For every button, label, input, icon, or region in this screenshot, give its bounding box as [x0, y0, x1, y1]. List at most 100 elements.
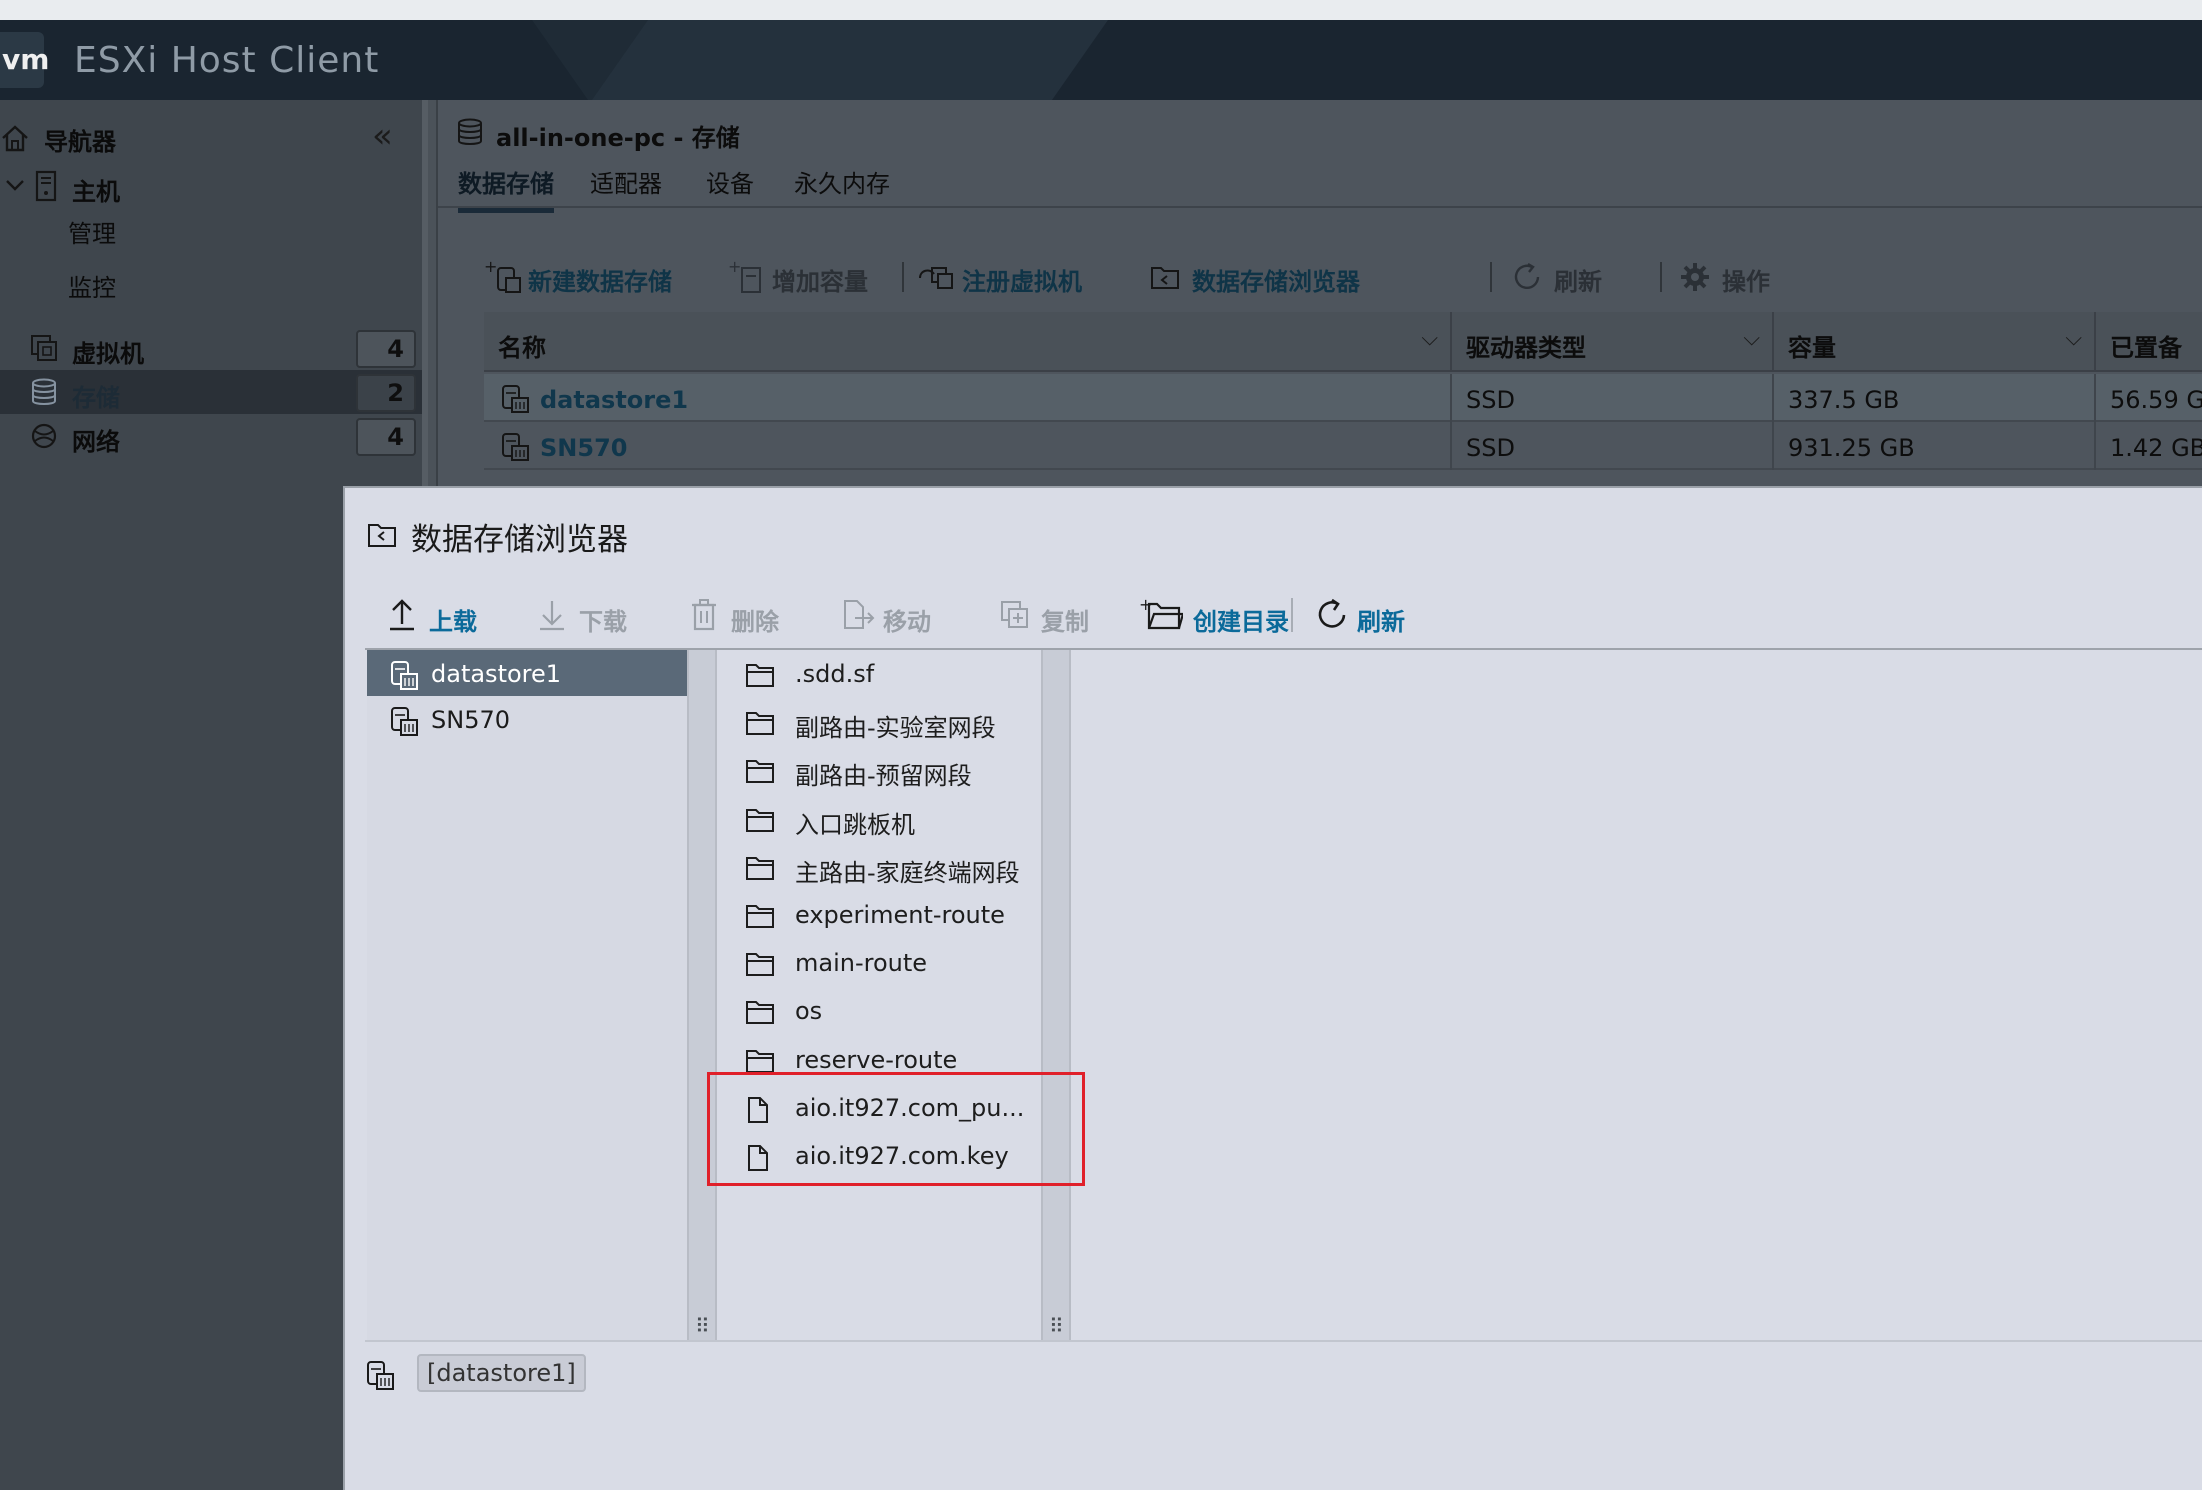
- folder-item[interactable]: 入口跳板机: [717, 795, 1037, 843]
- datastore-icon: [500, 432, 532, 466]
- folder-icon: [745, 999, 775, 1029]
- item-name: 入口跳板机: [795, 810, 915, 839]
- register-vm-icon: [918, 260, 958, 300]
- current-path-chip: [datastore1]: [417, 1354, 586, 1392]
- col-name[interactable]: 名称 ⌵: [484, 312, 1452, 372]
- register-vm-label: 注册虚拟机: [962, 268, 1082, 296]
- list-item[interactable]: datastore1: [367, 650, 687, 696]
- drag-grip-icon[interactable]: ⠿: [695, 1314, 710, 1338]
- folder-icon: [745, 855, 775, 885]
- new-datastore-label: 新建数据存储: [528, 268, 672, 296]
- datastore-icon: [389, 660, 421, 696]
- sidebar-item-storage-label: 存储: [72, 384, 120, 412]
- refresh-icon: [1315, 598, 1349, 636]
- folder-browse-icon: [1148, 260, 1184, 300]
- folder-item[interactable]: 副路由-预留网段: [717, 746, 1037, 794]
- delete-label: 删除: [731, 608, 779, 636]
- chevron-down-icon[interactable]: [4, 174, 26, 200]
- chevron-down-icon[interactable]: ⌵: [1421, 326, 1438, 351]
- actions-label: 操作: [1722, 268, 1770, 296]
- svg-text:+: +: [1139, 598, 1152, 614]
- app-header: vm ESXi Host Client: [0, 20, 2202, 100]
- table-row[interactable]: datastore1 SSD 337.5 GB 56.59 GB: [484, 374, 2202, 422]
- app-title: ESXi Host Client: [74, 40, 380, 81]
- new-folder-icon: +: [1139, 595, 1185, 636]
- vm-icon: [30, 334, 58, 366]
- folder-item[interactable]: experiment-route: [717, 891, 1037, 939]
- network-count-badge: 4: [356, 418, 416, 456]
- tab-adapters[interactable]: 适配器: [590, 164, 662, 199]
- item-name: experiment-route: [795, 901, 1005, 929]
- browser-refresh-label: 刷新: [1357, 608, 1405, 636]
- file-list: .sdd.sf 副路由-实验室网段 副路由-预留网段入口跳板机主路由-家庭终端网段 e…: [717, 650, 1041, 1340]
- datastore-link[interactable]: SN570: [540, 434, 627, 462]
- table-row[interactable]: SN570 SSD 931.25 GB 1.42 GB: [484, 422, 2202, 470]
- folder-icon: [745, 710, 775, 740]
- vmware-logo: vm: [0, 32, 49, 88]
- datastore-icon: [365, 1360, 397, 1396]
- annotation-highlight-box: [707, 1072, 1085, 1186]
- sidebar-item-network[interactable]: 网络 4: [0, 414, 422, 458]
- datastore-browser-label: 数据存储浏览器: [1192, 268, 1360, 296]
- increase-capacity-label: 增加容量: [772, 268, 868, 296]
- navigator-label: 导航器: [44, 128, 116, 156]
- datastore-link[interactable]: datastore1: [540, 386, 688, 414]
- folder-icon: [745, 903, 775, 933]
- chevron-down-icon[interactable]: ⌵: [2065, 326, 2082, 351]
- upload-label: 上载: [429, 608, 477, 636]
- download-icon: [537, 598, 567, 636]
- datastore-icon: [500, 384, 532, 418]
- collapse-sidebar-icon[interactable]: «: [372, 116, 393, 156]
- table-header: 名称 ⌵ 驱动器类型 ⌵ 容量 ⌵ 已置备: [484, 312, 2202, 372]
- navigator-header: 导航器 «: [0, 112, 420, 160]
- folder-item[interactable]: 主路由-家庭终端网段: [717, 843, 1037, 891]
- svg-text:+: +: [484, 260, 497, 276]
- move-label: 移动: [883, 608, 931, 636]
- host-server-icon: [34, 170, 58, 206]
- refresh-label: 刷新: [1554, 268, 1602, 296]
- col-capacity[interactable]: 容量 ⌵: [1774, 312, 2096, 372]
- item-name: main-route: [795, 949, 928, 978]
- upload-icon: [387, 598, 417, 636]
- create-directory-label: 创建目录: [1193, 608, 1289, 636]
- storage-icon: [30, 378, 58, 410]
- storage-icon: [456, 118, 484, 150]
- home-icon: [0, 124, 30, 156]
- page-title-text: all-in-one-pc - 存储: [496, 124, 740, 152]
- item-name: .sdd.sf: [795, 660, 875, 688]
- svg-text:+: +: [728, 260, 741, 276]
- tab-persistent-memory[interactable]: 永久内存: [794, 164, 890, 199]
- browser-toolbar: 上载 下载 删除 移动 复制 + 创建目录 刷新: [387, 590, 2187, 644]
- sidebar-item-host-label: 主机: [72, 178, 120, 206]
- new-datastore-icon: +: [484, 257, 524, 300]
- datastore-list: datastore1 SN570: [367, 650, 687, 1340]
- datastore-browser-dialog: 数据存储浏览器 上载 下载 删除 移动 复制 + 创建目录 刷新 datasto…: [343, 486, 2202, 1490]
- tab-devices[interactable]: 设备: [706, 164, 754, 199]
- sidebar-item-vms[interactable]: 虚拟机 4: [0, 326, 422, 370]
- folder-icon: [745, 807, 775, 837]
- folder-item[interactable]: main-route: [717, 939, 1037, 987]
- sidebar-item-host[interactable]: 主机: [0, 164, 422, 208]
- folder-icon: [745, 758, 775, 788]
- sidebar-sub-manage[interactable]: 管理: [68, 214, 116, 249]
- folder-item[interactable]: .sdd.sf: [717, 650, 1037, 698]
- gear-icon: [1678, 260, 1712, 298]
- list-item[interactable]: SN570: [367, 696, 687, 742]
- item-name: reserve-route: [795, 1045, 958, 1074]
- sidebar-item-storage[interactable]: 存储 2: [0, 370, 422, 414]
- refresh-icon: [1510, 260, 1544, 298]
- datastore-toolbar: + 新建数据存储 + 增加容量 注册虚拟机 数据存储浏览器 刷新 操作: [484, 248, 2202, 308]
- copy-icon: [999, 598, 1031, 636]
- drag-grip-icon[interactable]: ⠿: [1049, 1314, 1064, 1338]
- datastore-icon: [389, 706, 421, 742]
- col-provisioned[interactable]: 已置备: [2096, 312, 2202, 372]
- column-resize-handle[interactable]: ⠿: [1041, 650, 1071, 1340]
- folder-item[interactable]: os: [717, 987, 1037, 1035]
- folder-item[interactable]: 副路由-实验室网段: [717, 698, 1037, 746]
- increase-capacity-icon: +: [728, 257, 768, 300]
- col-drive-type[interactable]: 驱动器类型 ⌵: [1452, 312, 1774, 372]
- column-resize-handle[interactable]: ⠿: [687, 650, 717, 1340]
- datastore-table: 名称 ⌵ 驱动器类型 ⌵ 容量 ⌵ 已置备 datastore1 SSD 337…: [484, 312, 2202, 502]
- sidebar-sub-monitor[interactable]: 监控: [68, 268, 116, 303]
- chevron-down-icon[interactable]: ⌵: [1743, 326, 1760, 351]
